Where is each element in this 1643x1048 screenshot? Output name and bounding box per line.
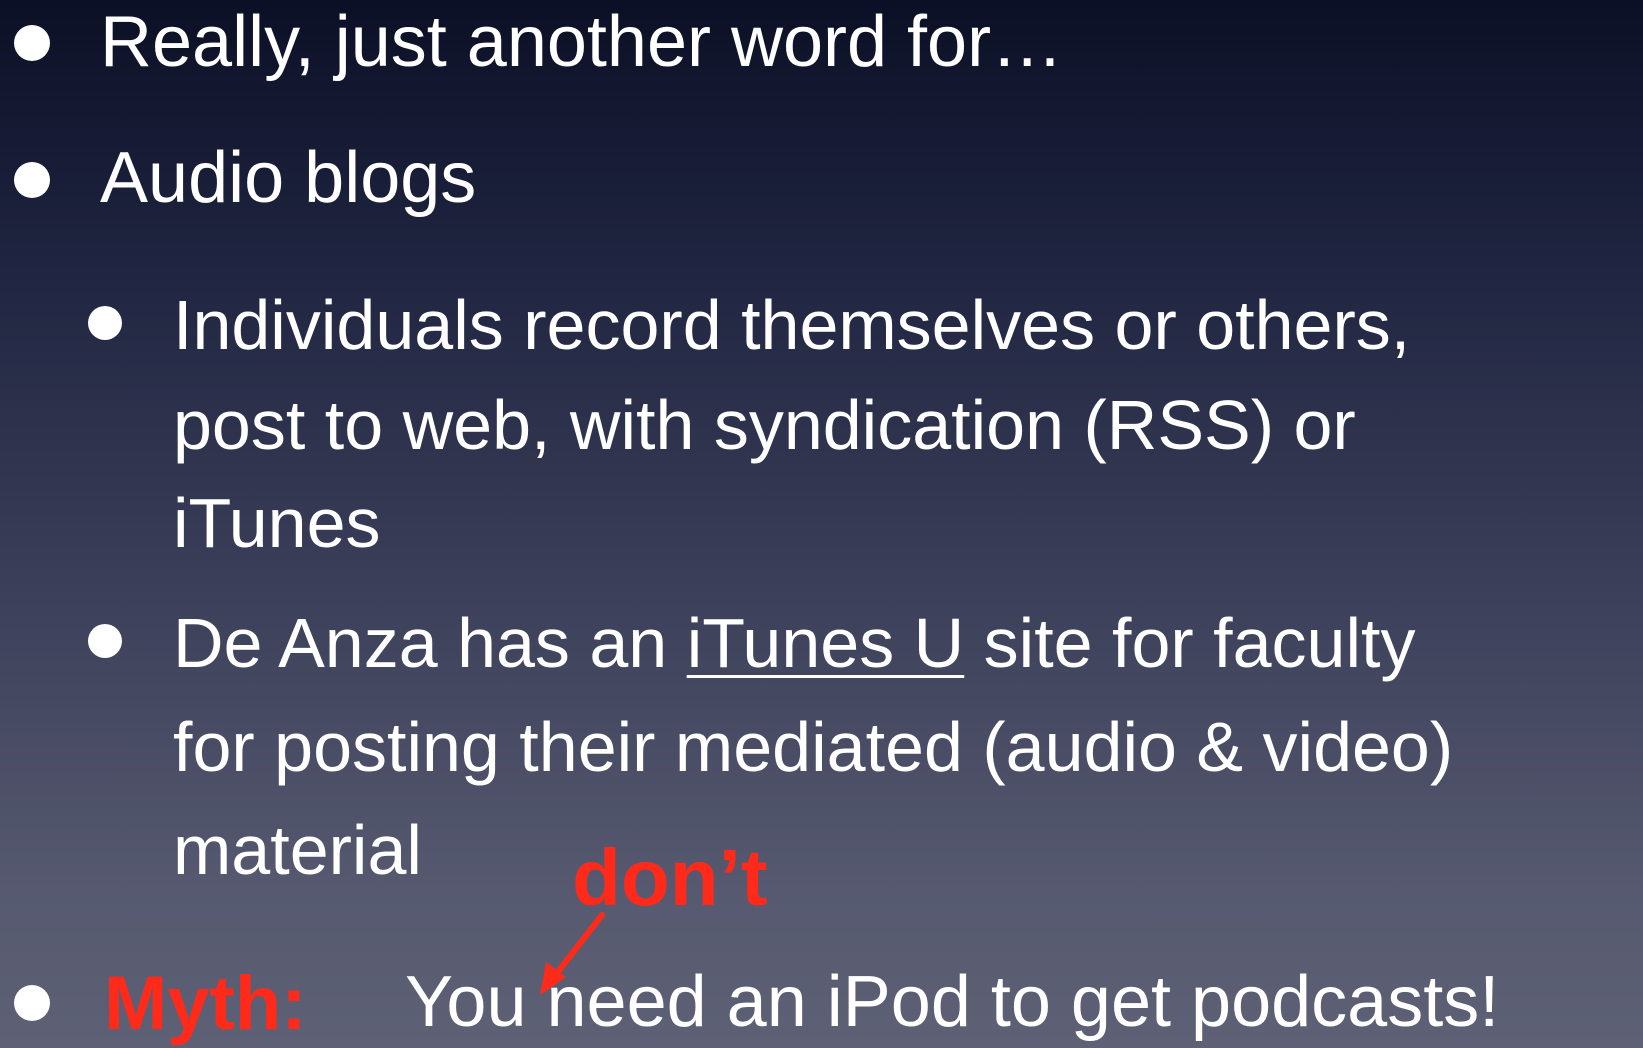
slide: Really, just another word for… Audio blo… (0, 0, 1643, 1048)
bullet-dot (14, 985, 50, 1021)
insertion-arrow-icon (540, 912, 605, 995)
myth-label: Myth: (104, 961, 307, 1046)
myth-text: You need an iPod to get podcasts! (405, 962, 1500, 1042)
